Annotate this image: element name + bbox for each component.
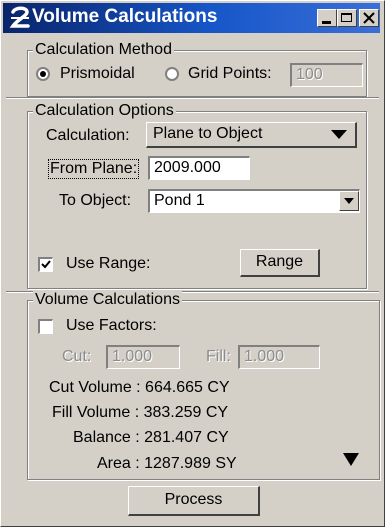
- section-divider: [6, 97, 379, 99]
- to-object-value: Pond 1: [154, 192, 205, 209]
- radio-selected-dot: [40, 71, 46, 77]
- calculation-method-legend: Calculation Method: [33, 41, 174, 59]
- to-object-label: To Object:: [59, 192, 132, 209]
- calculation-options-legend: Calculation Options: [33, 102, 176, 120]
- range-button[interactable]: Range: [240, 249, 320, 277]
- balance-text: Balance : 281.407 CY: [73, 429, 229, 446]
- fill-volume-text: Fill Volume : 383.259 CY: [52, 404, 229, 421]
- title-bar[interactable]: Volume Calculations: [3, 3, 380, 33]
- maximize-button[interactable]: [337, 9, 357, 27]
- close-button[interactable]: [359, 9, 379, 27]
- use-factors-label: Use Factors:: [66, 317, 157, 334]
- expand-down-arrow-icon[interactable]: [343, 453, 359, 467]
- checkmark-icon: [41, 260, 51, 269]
- minimize-icon: [322, 21, 331, 24]
- cut-volume-text: Cut Volume : 664.665 CY: [49, 379, 230, 396]
- chevron-down-icon: [344, 198, 354, 204]
- app-logo-icon: [9, 6, 30, 28]
- to-object-dropdown-button[interactable]: [339, 191, 359, 211]
- prismoidal-radio[interactable]: [36, 67, 50, 81]
- calculation-dropdown[interactable]: Plane to Object: [146, 122, 357, 148]
- grid-points-radio[interactable]: [165, 67, 179, 81]
- prismoidal-label: Prismoidal: [60, 65, 135, 82]
- close-icon: [363, 12, 375, 24]
- volume-calculations-window: Volume Calculations Calculation Method P…: [0, 0, 385, 527]
- maximize-icon: [341, 13, 352, 22]
- area-text: Area : 1287.989 SY: [97, 455, 237, 472]
- cut-factor-input[interactable]: 1.000: [106, 345, 180, 369]
- from-plane-label: From Plane:: [48, 159, 140, 179]
- use-range-label: Use Range:: [66, 255, 151, 272]
- calculation-dropdown-value: Plane to Object: [153, 125, 263, 142]
- from-plane-input[interactable]: 2009.000: [148, 156, 250, 180]
- chevron-down-icon: [331, 130, 347, 139]
- use-range-checkbox[interactable]: [38, 257, 53, 272]
- use-factors-checkbox[interactable]: [38, 319, 53, 334]
- grid-points-input[interactable]: 100: [290, 63, 363, 87]
- grid-points-label: Grid Points:: [188, 65, 272, 82]
- fill-label: Fill:: [206, 348, 231, 365]
- calculation-label: Calculation:: [46, 127, 130, 144]
- to-object-select[interactable]: Pond 1: [148, 189, 360, 213]
- volume-calculations-legend: Volume Calculations: [33, 291, 182, 309]
- process-button[interactable]: Process: [128, 486, 260, 516]
- cut-label: Cut:: [62, 348, 92, 365]
- window-title: Volume Calculations: [32, 6, 218, 27]
- fill-factor-input[interactable]: 1.000: [238, 345, 320, 369]
- minimize-button[interactable]: [317, 9, 337, 27]
